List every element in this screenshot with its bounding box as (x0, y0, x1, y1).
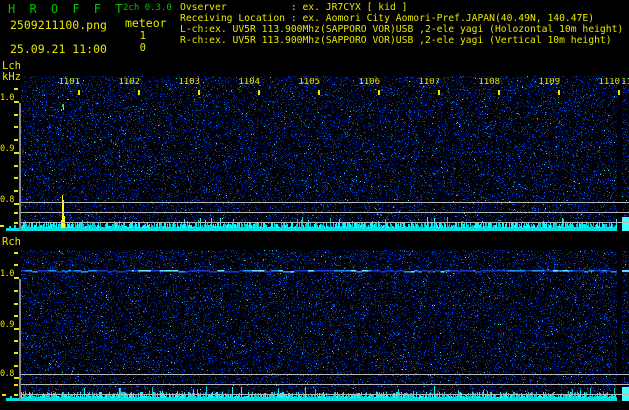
time-tick (378, 90, 380, 95)
lch-major-tick (14, 203, 19, 205)
time-label-edge: 11 (621, 78, 629, 87)
time-label: 1104 (236, 78, 260, 87)
time-tick (78, 90, 80, 95)
rch-major-tick (14, 328, 19, 330)
lch-major-tick (14, 152, 19, 154)
lch-channel-label: Lch (2, 61, 21, 72)
lch-minor-tick (14, 212, 18, 214)
lch-major-tick (14, 101, 19, 103)
rch-gridline (19, 394, 629, 395)
lch-ytick-label: 0.8 (0, 196, 14, 205)
lch-minor-tick (14, 126, 18, 128)
lch-minor-tick (14, 222, 18, 224)
rch-gridline (19, 374, 629, 375)
rch-ytick-label: 1.0 (0, 270, 14, 279)
lch-meteor-count: 1 (120, 31, 146, 42)
time-tick (258, 90, 260, 95)
app-version: 2ch 0.3.0 (123, 4, 172, 13)
rch-minor-tick (14, 384, 18, 386)
rch-minor-tick (14, 352, 18, 354)
lch-trace-bump (14, 225, 16, 228)
time-tick (438, 90, 440, 95)
rch-channel-label: Rch (2, 237, 21, 248)
app-title: H R O F F T (8, 3, 126, 15)
time-label: 1106 (356, 78, 380, 87)
rch-minor-tick (14, 264, 18, 266)
rch-minor-tick (14, 340, 18, 342)
time-label: 1102 (116, 78, 140, 87)
output-filename: 2509211100.png (10, 20, 107, 32)
hrofft-screen: H R O F F T 2ch 0.3.0 2509211100.png met… (0, 0, 629, 410)
rch-major-tick (14, 277, 19, 279)
rch-ytick-label: 0.9 (0, 321, 14, 330)
rch-y-axis-line (19, 279, 21, 401)
rch-antenna-line: R-ch:ex. UV5R 113.900Mhz(SAPPORO VOR)USB… (180, 36, 612, 46)
lch-minor-tick (14, 88, 18, 90)
mode-label: meteor (125, 18, 167, 30)
rch-minor-tick (14, 315, 18, 317)
lch-ytick-label: 1.0 (0, 94, 14, 103)
lch-antenna-line: L-ch:ex. UV5R 113.900Mhz(SAPPORO VOR)USB… (180, 25, 623, 35)
lch-minor-tick (14, 114, 18, 116)
lch-y-axis-line (19, 103, 21, 231)
lch-ytick-label: 0.9 (0, 145, 14, 154)
lch-trace-bump (9, 226, 11, 228)
rch-gridline (19, 384, 629, 385)
time-label: 1107 (416, 78, 440, 87)
time-label: 1109 (536, 78, 560, 87)
rch-minor-tick (14, 394, 18, 396)
time-label: 1108 (476, 78, 500, 87)
time-tick (318, 90, 320, 95)
rch-trace-bump (10, 396, 12, 398)
rch-meteor-count: 0 (120, 43, 146, 54)
lch-minor-tick (14, 190, 18, 192)
lch-trace-tick (0, 225, 4, 227)
rch-ytick-label: 0.8 (0, 370, 14, 379)
lch-gridline (19, 212, 629, 213)
lch-minor-tick (14, 139, 18, 141)
rch-minor-tick (14, 290, 18, 292)
time-label: 1101 (56, 78, 80, 87)
datetime-label: 25.09.21 11:00 (10, 44, 107, 56)
lch-gridline (19, 202, 629, 203)
lch-gridline (19, 222, 629, 223)
rch-major-tick (14, 377, 19, 379)
rch-minor-tick (14, 252, 18, 254)
time-label: 1103 (176, 78, 200, 87)
khz-unit-label: kHz (2, 72, 21, 83)
rch-minor-tick (14, 365, 18, 367)
observer-line: Ovserver : ex. JR7CYX [ kid ] (180, 3, 407, 13)
time-tick (198, 90, 200, 95)
lch-minor-tick (14, 165, 18, 167)
rch-spectrogram (21, 250, 629, 401)
time-tick (618, 90, 620, 95)
time-tick (558, 90, 560, 95)
lch-minor-tick (14, 177, 18, 179)
rch-trace-tick (2, 394, 6, 396)
location-line: Receiving Location : ex. Aomori City Aom… (180, 14, 594, 24)
lch-spectrogram (21, 76, 629, 231)
rch-minor-tick (14, 303, 18, 305)
time-tick (498, 90, 500, 95)
time-label: 1105 (296, 78, 320, 87)
time-label: 1110 (596, 78, 620, 87)
time-tick (138, 90, 140, 95)
